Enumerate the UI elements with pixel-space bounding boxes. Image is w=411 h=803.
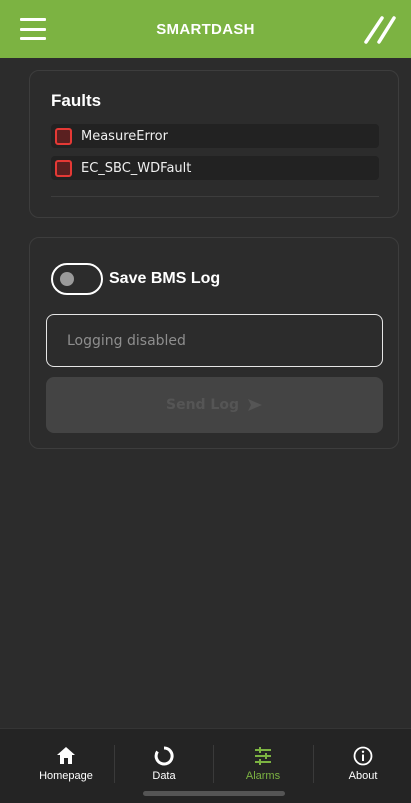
send-log-button[interactable]: Send Log: [46, 377, 383, 433]
faults-divider: [51, 196, 379, 197]
fault-item: MeasureError: [51, 124, 379, 148]
fault-indicator-icon: [55, 159, 72, 177]
faults-card: Faults MeasureError EC_SBC_WDFault: [29, 70, 399, 218]
send-arrow-icon: [248, 399, 262, 411]
info-icon: [353, 746, 373, 766]
app-title: SMARTDASH: [156, 20, 255, 38]
tab-about[interactable]: About: [313, 729, 411, 789]
send-log-label: Send Log: [165, 397, 239, 413]
home-indicator: [143, 791, 285, 796]
tab-alarms[interactable]: Alarms: [213, 729, 313, 789]
tab-data[interactable]: Data: [114, 729, 214, 789]
tab-label: Homepage: [39, 770, 93, 782]
tab-homepage[interactable]: Homepage: [16, 729, 116, 789]
bms-log-card: Save BMS Log Logging disabled Send Log: [29, 237, 399, 449]
fault-item: EC_SBC_WDFault: [51, 156, 379, 180]
app-header: SMARTDASH: [0, 0, 411, 58]
fault-indicator-icon: [55, 127, 72, 145]
hamburger-menu-icon[interactable]: [20, 18, 46, 40]
faults-title: Faults: [51, 91, 102, 110]
bottom-tab-bar: Homepage Data Alarms About: [0, 728, 411, 803]
tab-label: About: [348, 770, 378, 782]
fault-label: EC_SBC_WDFault: [81, 160, 192, 176]
log-status-field[interactable]: Logging disabled: [46, 314, 383, 367]
log-status-placeholder: Logging disabled: [67, 332, 186, 349]
save-bms-log-label: Save BMS Log: [109, 270, 221, 287]
tab-label: Alarms: [245, 770, 281, 782]
toggle-knob: [60, 272, 74, 286]
sliders-icon: [255, 747, 271, 765]
tab-label: Data: [152, 770, 176, 782]
home-icon: [57, 747, 75, 764]
save-bms-log-toggle[interactable]: [51, 263, 103, 295]
loading-circle-icon: [154, 746, 174, 766]
fault-label: MeasureError: [81, 128, 168, 144]
smartdash-logo-icon: [364, 16, 396, 44]
